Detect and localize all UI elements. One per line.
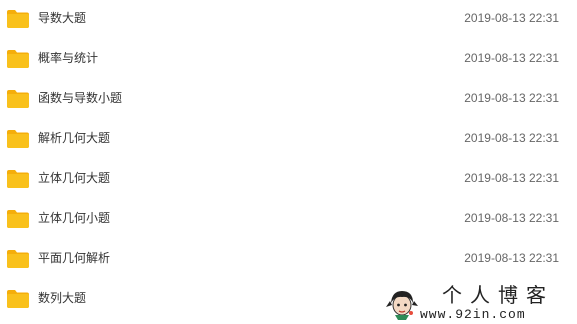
folder-icon <box>7 250 29 268</box>
file-row[interactable]: 概率与统计 2019-08-13 22:31 <box>0 40 577 80</box>
folder-icon <box>7 90 29 108</box>
file-name[interactable]: 导数大题 <box>38 10 86 26</box>
file-list: 导数大题 2019-08-13 22:31 概率与统计 2019-08-13 2… <box>0 0 577 320</box>
mascot-icon <box>384 285 420 321</box>
folder-icon <box>7 170 29 188</box>
file-name[interactable]: 函数与导数小题 <box>38 90 122 106</box>
file-name[interactable]: 立体几何大题 <box>38 170 110 186</box>
file-name[interactable]: 平面几何解析 <box>38 250 110 266</box>
file-date: 2019-08-13 22:31 <box>464 211 559 225</box>
folder-icon <box>7 210 29 228</box>
file-date: 2019-08-13 22:31 <box>464 131 559 145</box>
file-date: 2019-08-13 22:31 <box>464 11 559 25</box>
file-browser: 导数大题 2019-08-13 22:31 概率与统计 2019-08-13 2… <box>0 0 577 324</box>
file-date: 2019-08-13 22:31 <box>464 51 559 65</box>
file-row[interactable]: 函数与导数小题 2019-08-13 22:31 <box>0 80 577 120</box>
file-row[interactable]: 平面几何解析 2019-08-13 22:31 <box>0 240 577 280</box>
file-row[interactable]: 导数大题 2019-08-13 22:31 <box>0 0 577 40</box>
file-name[interactable]: 解析几何大题 <box>38 130 110 146</box>
watermark-title: 个人博客 <box>442 283 554 307</box>
file-name[interactable]: 立体几何小题 <box>38 210 110 226</box>
file-date: 2019-08-13 22:31 <box>464 251 559 265</box>
file-date: 2019-08-13 22:31 <box>464 171 559 185</box>
folder-icon <box>7 50 29 68</box>
folder-icon <box>7 130 29 148</box>
file-name[interactable]: 数列大题 <box>38 290 86 306</box>
watermark: 个人博客 www.92in.com <box>384 283 577 324</box>
folder-icon <box>7 10 29 28</box>
file-row[interactable]: 立体几何大题 2019-08-13 22:31 <box>0 160 577 200</box>
folder-icon <box>7 290 29 308</box>
file-row[interactable]: 立体几何小题 2019-08-13 22:31 <box>0 200 577 240</box>
file-name[interactable]: 概率与统计 <box>38 50 98 66</box>
file-date: 2019-08-13 22:31 <box>464 91 559 105</box>
file-row[interactable]: 解析几何大题 2019-08-13 22:31 <box>0 120 577 160</box>
watermark-url: www.92in.com <box>420 307 526 322</box>
